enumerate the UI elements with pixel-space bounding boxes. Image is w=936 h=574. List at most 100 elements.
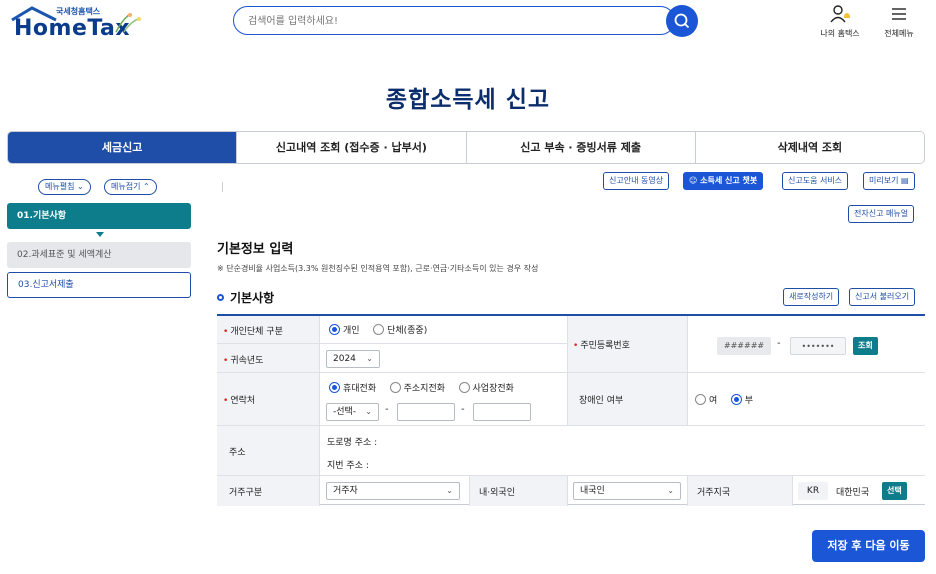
contact-work-label: 사업장전화 [472,384,514,394]
contact-mobile-radio[interactable] [329,382,340,393]
type-group-radio[interactable] [373,324,385,335]
tab-deleted-history[interactable]: 삭제내역 조회 [695,132,924,163]
step-tax-calculation[interactable]: 02.과세표준 및 세액계산 [7,242,191,268]
step-basic-info[interactable]: 01.기본사항 [7,203,191,229]
step-submit-return[interactable]: 03.신고서제출 [7,272,191,298]
disabled-label-cell: 장애인 여부 [567,373,687,426]
country-value-cell: KR 대한민국 선택 [792,476,925,506]
residence-select[interactable]: 거주자 ⌄ [326,482,460,500]
address-label-cell: 주소 [217,426,319,476]
country-code-field: KR [798,482,828,500]
disabled-value-cell: 여 부 [687,373,925,426]
preview-button[interactable]: 미리보기 ▤ [863,172,915,190]
nationality-label-cell: 내·외국인 [469,476,567,506]
step-arrow-icon [96,232,104,237]
search-icon [674,13,690,29]
new-write-button[interactable]: 새로작성하기 [783,288,840,306]
basic-info-form: • 개인단체 구분 개인 단체(종중) • 귀속년도 2024 ⌄ • 주민등록번호 #… [217,314,925,506]
type-individual-radio[interactable] [329,324,340,335]
toolbar-divider [222,182,223,192]
chevron-down-icon: ⌄ [446,486,453,495]
search-box[interactable] [233,6,675,35]
nationality-label: 내·외국인 [479,488,515,498]
section-note: ※ 단순경비율 사업소득(3.3% 원천징수된 인적용역 포함), 근로·연금·… [217,264,539,273]
my-hometax-label: 나의 홈택스 [820,29,860,38]
document-icon: ▤ [901,176,909,185]
address-value-cell: 도로명 주소 : 지번 주소 : [319,426,925,476]
year-select-value: 2024 [333,354,356,364]
column-divider [567,476,568,506]
residence-label-cell: 거주구분 [217,476,319,506]
disabled-yes-radio[interactable] [695,394,706,405]
disabled-no-radio[interactable] [730,394,742,405]
chatbot-button[interactable]: ☺ 소득세 신고 챗봇 [683,172,764,190]
all-menu-label: 전체메뉴 [884,29,914,38]
rrn-back-field[interactable]: ••••••• [790,337,846,355]
chatbot-icon: ☺ [689,176,698,185]
year-select[interactable]: 2024 ⌄ [326,350,380,368]
all-menu-button[interactable]: 전체메뉴 [873,4,925,39]
hamburger-menu-icon [892,8,906,20]
nationality-select-value: 내국인 [580,486,605,496]
rrn-dash: - [777,338,781,349]
rrn-front-field[interactable]: ###### [717,337,771,355]
rrn-label-cell: • 주민등록번호 [567,316,687,373]
nationality-select[interactable]: 내국인 ⌄ [573,482,681,500]
disabled-label: 장애인 여부 [579,396,624,406]
tab-attachments[interactable]: 신고 부속 · 증빙서류 제출 [466,132,696,163]
rrn-lookup-button[interactable]: 조회 [853,337,878,355]
phone-prefix-select[interactable]: -선택- ⌄ [326,403,379,421]
address-label: 주소 [229,448,246,458]
disabled-yes-label: 여 [709,396,718,406]
e-filing-manual-button[interactable]: 전자신고 매뉴얼 [848,205,915,223]
contact-value-cell: 휴대전화 주소지전화 사업장전화 -선택- ⌄ - - [319,373,567,426]
save-and-next-button[interactable]: 저장 후 다음 이동 [812,530,925,562]
search-input[interactable] [248,13,648,29]
chevron-down-icon: ⌄ [366,354,373,363]
type-value-cell: 개인 단체(종중) [319,316,567,344]
chevron-down-icon: ⌄ [667,486,674,495]
chatbot-label: 소득세 신고 챗봇 [700,176,758,185]
load-return-button[interactable]: 신고서 불러오기 [849,288,916,306]
menu-collapse-button[interactable]: 메뉴접기 ⌃ [104,179,157,195]
tab-filing-history[interactable]: 신고내역 조회 (접수증 · 납부서) [237,132,467,163]
country-label: 거주지국 [697,488,731,498]
nationality-value-cell: 내국인 ⌄ [567,476,687,506]
section-title: 기본정보 입력 [217,242,294,257]
hometax-logo[interactable]: 국세청홈택스 HomeTax [8,4,148,41]
residence-select-value: 거주자 [333,486,358,496]
column-divider [792,476,793,506]
user-bell-icon [830,5,850,23]
contact-work-radio[interactable] [458,382,470,393]
leaf-decoration-icon [115,13,141,33]
menu-expand-label: 메뉴펼침 [45,182,75,191]
guide-video-button[interactable]: 신고안내 동영상 [603,172,670,190]
column-divider [319,316,320,506]
rrn-value-cell: ###### - ••••••• 조회 [687,316,925,373]
header: 국세청홈택스 HomeTax 나의 홈택스 전체메뉴 [0,0,936,42]
my-hometax-button[interactable]: 나의 홈택스 [812,4,868,39]
column-divider [469,476,470,506]
contact-label-cell: • 연락처 [217,373,319,426]
phone-last-input[interactable] [473,403,531,421]
phone-middle-input[interactable] [397,403,455,421]
contact-home-label: 주소지전화 [403,384,446,394]
main-tabs: 세금신고 신고내역 조회 (접수증 · 납부서) 신고 부속 · 증빙서류 제출… [7,131,925,164]
contact-home-radio[interactable] [389,382,401,393]
subsection-label: 기본사항 [230,291,275,305]
preview-label: 미리보기 [869,176,899,185]
contact-mobile-label: 휴대전화 [343,384,377,394]
type-label-cell: • 개인단체 구분 [217,316,319,344]
filing-help-button[interactable]: 신고도움 서비스 [782,172,849,190]
subsection-title: 기본사항 [217,289,274,306]
country-select-button[interactable]: 선택 [882,482,907,500]
menu-expand-button[interactable]: 메뉴펼침 ⌄ [38,179,91,195]
tab-tax-filing[interactable]: 세금신고 [8,132,238,163]
column-divider [687,316,688,426]
type-group-label: 단체(종중) [387,326,428,336]
search-button[interactable] [666,5,698,37]
year-label: 귀속년도 [230,356,264,366]
chevron-down-icon: ⌄ [77,182,84,191]
country-name: 대한민국 [836,488,870,498]
residence-value-cell: 거주자 ⌄ [319,476,469,506]
